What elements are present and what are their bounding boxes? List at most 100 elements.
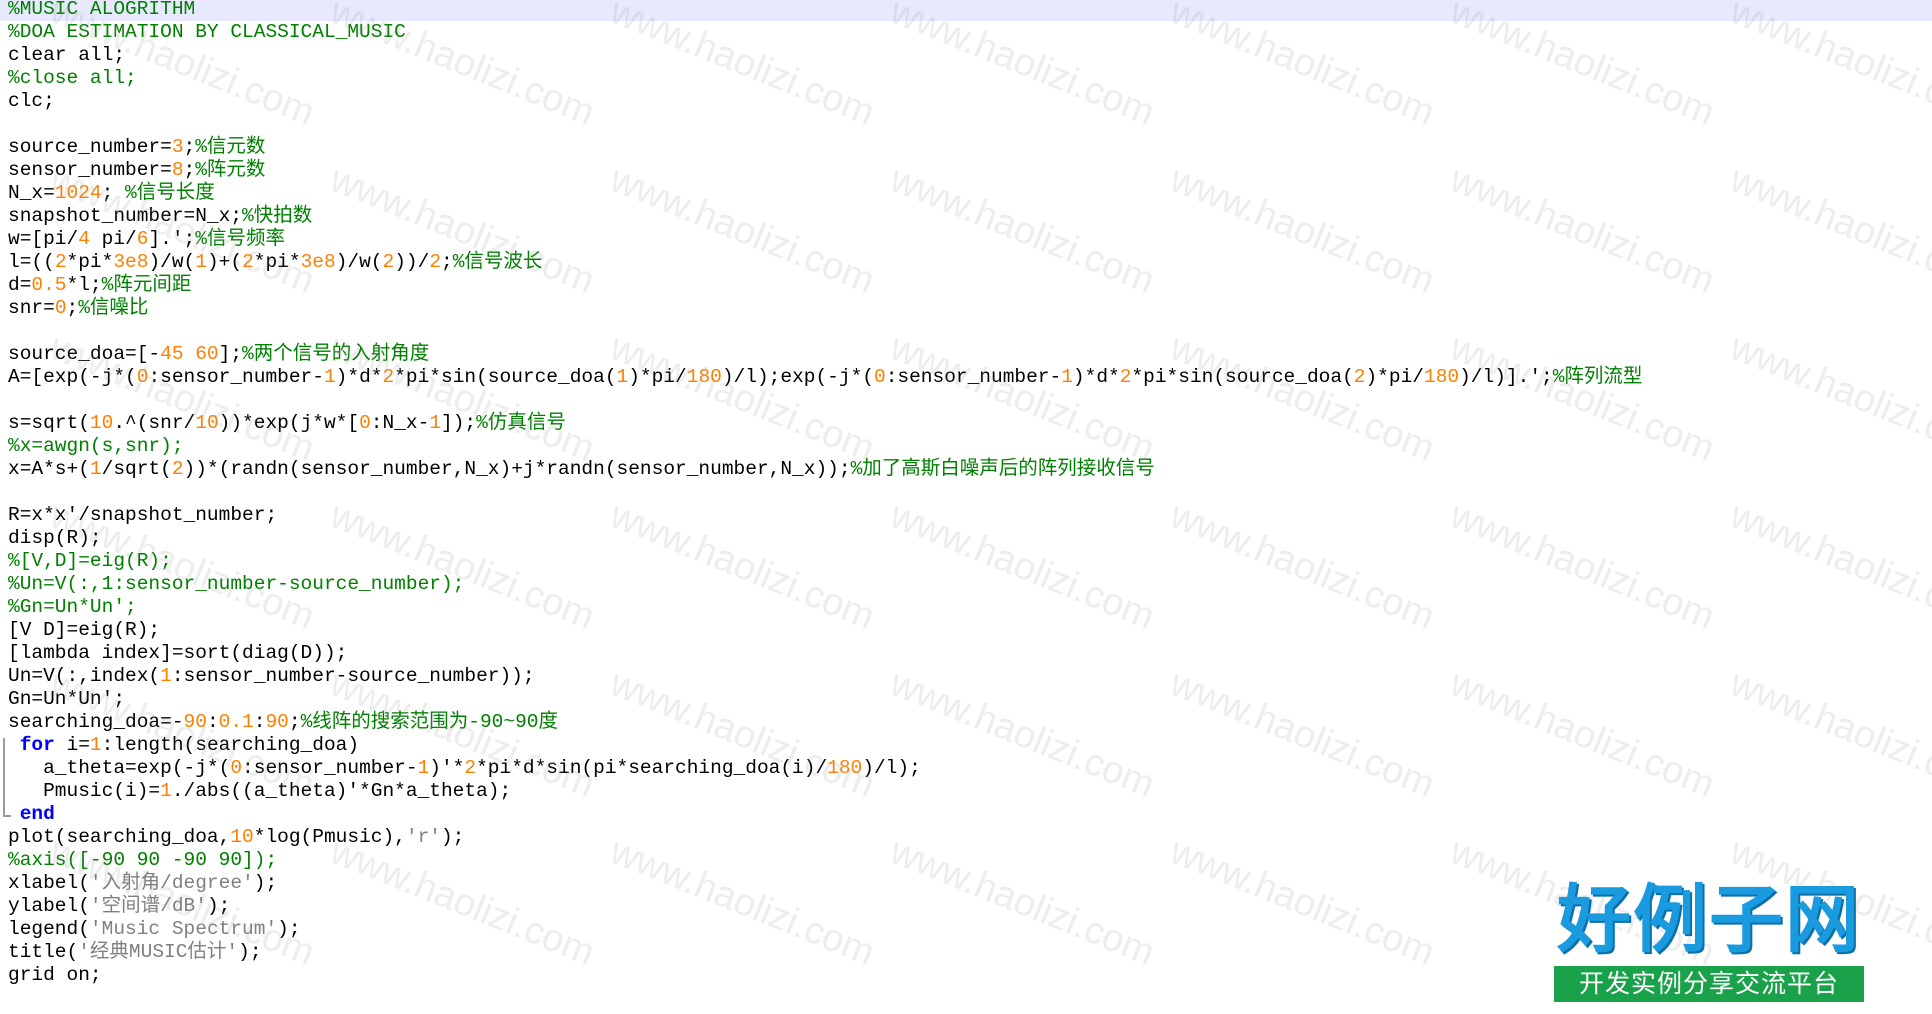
code-editor[interactable]: %MUSIC ALOGRITHM %DOA ESTIMATION BY CLASS… bbox=[0, 0, 1932, 1014]
code-token: i= bbox=[54, 734, 90, 756]
code-line[interactable]: l=((2*pi*3e8)/w(1)+(2*pi*3e8)/w(2))/2;%信… bbox=[8, 251, 542, 274]
code-token: 2 bbox=[382, 251, 395, 273]
code-line[interactable]: for i=1:length(searching_doa) bbox=[8, 734, 359, 757]
code-token: )/w( bbox=[335, 251, 383, 273]
code-token: '入射角/degree' bbox=[89, 872, 254, 894]
code-token: 180 bbox=[686, 366, 722, 388]
code-token: sensor_number= bbox=[8, 159, 172, 181]
code-token: 1 bbox=[429, 412, 442, 434]
code-line[interactable]: source_number=3;%信元数 bbox=[8, 136, 265, 159]
code-line[interactable]: Gn=Un*Un'; bbox=[8, 688, 125, 711]
code-line[interactable]: %MUSIC ALOGRITHM bbox=[0, 0, 1932, 21]
site-logo: 好例子网 开发实例分享交流平台 bbox=[1548, 878, 1870, 1004]
code-line[interactable]: %DOA ESTIMATION BY CLASSICAL_MUSIC bbox=[8, 21, 406, 44]
code-token: ./abs((a_theta)'*Gn*a_theta); bbox=[171, 780, 512, 802]
code-line[interactable]: legend('Music Spectrum'); bbox=[8, 918, 301, 941]
code-line[interactable]: N_x=1024; %信号长度 bbox=[8, 182, 215, 205]
code-token: : bbox=[253, 711, 266, 733]
code-line[interactable]: R=x*x'/snapshot_number; bbox=[8, 504, 277, 527]
code-token: :sensor_number- bbox=[885, 366, 1062, 388]
code-line[interactable]: Pmusic(i)=1./abs((a_theta)'*Gn*a_theta); bbox=[8, 780, 511, 803]
code-token: %快拍数 bbox=[242, 205, 313, 227]
code-line[interactable]: x=A*s+(1/sqrt(2))*(randn(sensor_number,N… bbox=[8, 458, 1155, 481]
code-line[interactable]: title('经典MUSIC估计'); bbox=[8, 941, 262, 964]
code-line[interactable]: Un=V(:,index(1:sensor_number-source_numb… bbox=[8, 665, 535, 688]
code-token: *pi* bbox=[66, 251, 114, 273]
code-token: snr= bbox=[8, 297, 55, 319]
code-token: disp(R); bbox=[8, 527, 102, 549]
code-line[interactable]: %Un=V(:,1:sensor_number-source_number); bbox=[8, 573, 464, 596]
code-line[interactable]: sensor_number=8;%阵元数 bbox=[8, 159, 265, 182]
fold-marker-bar[interactable] bbox=[3, 738, 5, 815]
code-token: *l; bbox=[66, 274, 102, 296]
code-line[interactable]: [V D]=eig(R); bbox=[8, 619, 160, 642]
code-token: %两个信号的入射角度 bbox=[242, 343, 430, 365]
code-line[interactable]: [lambda index]=sort(diag(D)); bbox=[8, 642, 347, 665]
code-token: *pi*d*sin(pi*searching_doa(i)/ bbox=[476, 757, 828, 779]
code-line[interactable]: end bbox=[8, 803, 55, 826]
code-line[interactable]: A=[exp(-j*(0:sensor_number-1)*d*2*pi*sin… bbox=[8, 366, 1642, 389]
code-token: w=[pi/ bbox=[8, 228, 79, 250]
code-token: 1024 bbox=[54, 182, 102, 204]
code-token: for bbox=[19, 734, 55, 756]
code-token: 10 bbox=[230, 826, 254, 848]
code-line[interactable]: %axis([-90 90 -90 90]); bbox=[8, 849, 277, 872]
code-token: %MUSIC ALOGRITHM bbox=[8, 0, 196, 20]
code-line[interactable]: snr=0;%信噪比 bbox=[8, 297, 148, 320]
code-token: l=(( bbox=[8, 251, 55, 273]
code-token: 0 bbox=[359, 412, 371, 434]
code-token: %信号波长 bbox=[452, 251, 543, 273]
code-line[interactable]: d=0.5*l;%阵元间距 bbox=[8, 274, 191, 297]
code-line[interactable]: xlabel('入射角/degree'); bbox=[8, 872, 277, 895]
code-token: 90 bbox=[265, 711, 289, 733]
code-line[interactable]: snapshot_number=N_x;%快拍数 bbox=[8, 205, 312, 228]
code-token: Gn=Un*Un'; bbox=[8, 688, 126, 710]
code-line[interactable]: source_doa=[-45 60];%两个信号的入射角度 bbox=[8, 343, 429, 366]
code-line[interactable]: clear all; bbox=[8, 44, 125, 67]
code-line[interactable]: grid on; bbox=[8, 964, 102, 987]
code-token: ; bbox=[183, 159, 196, 181]
code-token: x=A*s+( bbox=[8, 458, 90, 480]
code-token: :sensor_number- bbox=[242, 757, 418, 779]
code-token: ); bbox=[440, 826, 465, 848]
code-token: )/w( bbox=[148, 251, 196, 273]
code-token: 10 bbox=[89, 412, 114, 434]
code-token: ))*exp(j*w*[ bbox=[218, 412, 360, 434]
code-line[interactable]: %close all; bbox=[8, 67, 137, 90]
code-token: *pi* bbox=[253, 251, 301, 273]
code-line[interactable]: %x=awgn(s,snr); bbox=[8, 435, 184, 458]
code-token: )/l)].'; bbox=[1459, 366, 1553, 388]
code-line[interactable]: searching_doa=-90:0.1:90;%线阵的搜索范围为-90~90… bbox=[8, 711, 558, 734]
code-token: ))*(randn(sensor_number,N_x)+j*randn(sen… bbox=[183, 458, 851, 480]
code-token: clear all; bbox=[8, 44, 126, 66]
code-line[interactable]: s=sqrt(10.^(snr/10))*exp(j*w*[0:N_x-1]);… bbox=[8, 412, 566, 435]
code-token: 'r' bbox=[405, 826, 441, 848]
code-token: 2 bbox=[242, 251, 254, 273]
code-token: 3 bbox=[171, 136, 184, 158]
code-line[interactable]: %Gn=Un*Un'; bbox=[8, 596, 137, 619]
code-line[interactable]: disp(R); bbox=[8, 527, 102, 550]
code-token: :length(searching_doa) bbox=[101, 734, 360, 756]
code-token: 0.1 bbox=[218, 711, 254, 733]
code-token: 180 bbox=[827, 757, 863, 779]
code-token: %阵元数 bbox=[195, 159, 266, 181]
code-token: R=x*x'/snapshot_number; bbox=[8, 504, 278, 526]
code-line[interactable]: ylabel('空间谱/dB'); bbox=[8, 895, 230, 918]
code-line[interactable]: a_theta=exp(-j*(0:sensor_number-1)'*2*pi… bbox=[8, 757, 921, 780]
code-token: )*pi/ bbox=[1365, 366, 1424, 388]
code-line[interactable]: %[V,D]=eig(R); bbox=[8, 550, 172, 573]
code-token: )'* bbox=[429, 757, 465, 779]
code-line[interactable]: clc; bbox=[8, 90, 55, 113]
code-token: %信号长度 bbox=[125, 182, 215, 204]
code-token: )+( bbox=[206, 251, 243, 273]
code-token: N_x= bbox=[8, 182, 55, 204]
code-line[interactable]: w=[pi/4 pi/6].';%信号频率 bbox=[8, 228, 285, 251]
code-token: pi/ bbox=[89, 228, 137, 250]
code-token: *pi*sin(source_doa( bbox=[394, 366, 617, 388]
code-token: snapshot_number=N_x; bbox=[8, 205, 243, 227]
code-token: 2 bbox=[171, 458, 184, 480]
code-line[interactable]: plot(searching_doa,10*log(Pmusic),'r'); bbox=[8, 826, 464, 849]
code-token: ; bbox=[441, 251, 453, 273]
code-token: :sensor_number- bbox=[148, 366, 324, 388]
